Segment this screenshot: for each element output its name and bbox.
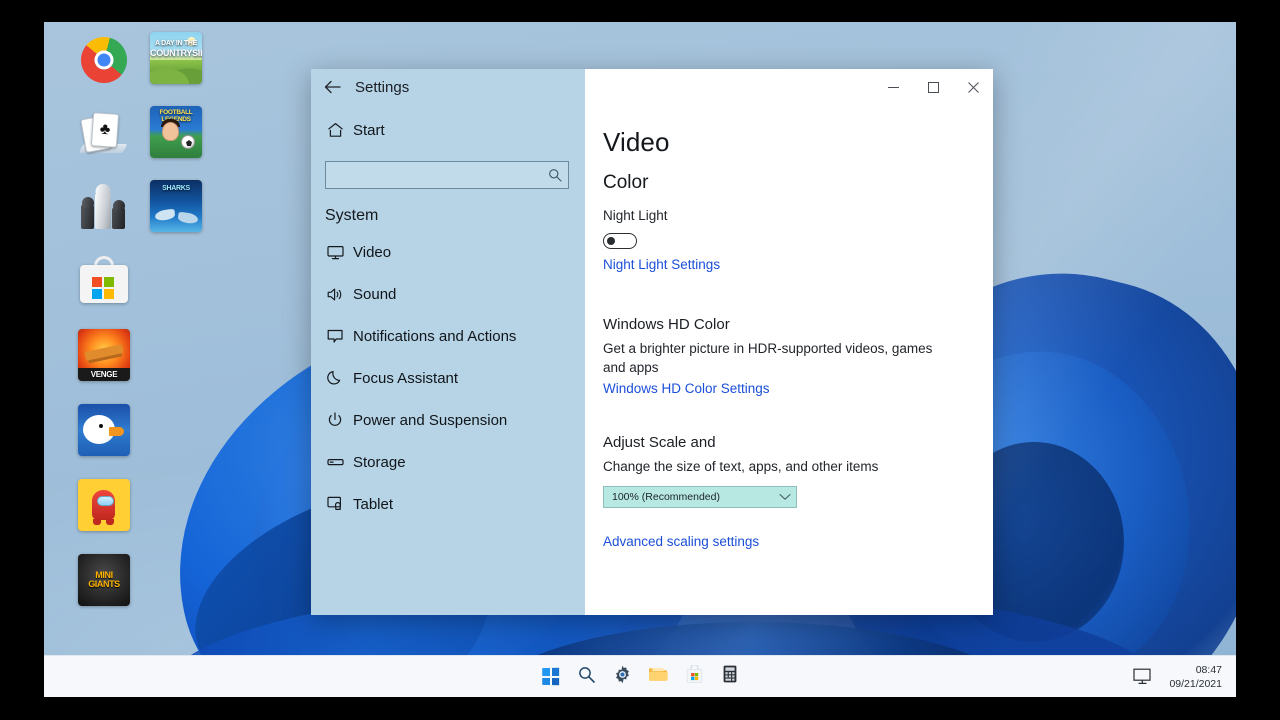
night-light-settings-link[interactable]: Night Light Settings: [603, 257, 720, 272]
maximize-button[interactable]: [913, 69, 953, 105]
shark-game-icon: SHARKS: [150, 180, 202, 232]
countryside-game-icon: A DAY IN THE COUNTRYSIDE: [150, 32, 202, 84]
window-controls: [585, 69, 993, 105]
speaker-icon: [327, 287, 353, 302]
night-light-label: Night Light: [603, 208, 668, 223]
desktop-icon-a-day-in-the-countryside[interactable]: A DAY IN THE COUNTRYSIDE: [148, 30, 204, 86]
desktop-icon-grid: A DAY IN THE COUNTRYSIDE ♠ ♣ FOOTBALL LE…: [60, 22, 220, 642]
desktop-icon-chess[interactable]: [76, 178, 132, 234]
scale-description: Change the size of text, apps, and other…: [603, 459, 879, 474]
taskbar: 08:47 09/21/2021: [44, 655, 1236, 697]
settings-window: Settings Start System Video Sound Notifi…: [311, 69, 993, 615]
window-titlebar: Settings: [311, 69, 993, 105]
taskbar-center-group: [538, 663, 742, 690]
night-light-toggle[interactable]: [603, 233, 637, 249]
sidebar-item-label: Tablet: [353, 495, 394, 513]
desktop-icon-untitled-goose-game[interactable]: [76, 402, 132, 458]
settings-button[interactable]: [610, 664, 634, 690]
minimize-button[interactable]: [873, 69, 913, 105]
calculator-icon: [723, 665, 737, 688]
sidebar-item-notifications-and-actions[interactable]: Notifications and Actions: [321, 315, 575, 357]
chrome-icon: [81, 37, 127, 83]
desktop-icon-among-us[interactable]: [76, 477, 132, 533]
desktop-icon-football-legends[interactable]: FOOTBALL LEGENDS: [148, 104, 204, 160]
hd-color-description: Get a brighter picture in HDR-supported …: [603, 341, 933, 375]
sidebar-item-storage[interactable]: Storage: [321, 441, 575, 483]
sidebar-item-label: Notifications and Actions: [353, 327, 517, 345]
file-explorer-button[interactable]: [646, 664, 670, 690]
sidebar-item-label: Storage: [353, 453, 406, 471]
sidebar-item-sound[interactable]: Sound: [321, 273, 575, 315]
desktop-icon-google-chrome[interactable]: [76, 32, 132, 88]
store-icon: [686, 663, 703, 688]
chat-bubble-icon: [327, 329, 353, 344]
sidebar-group-heading: System: [325, 207, 379, 224]
microsoft-store-button[interactable]: [682, 663, 706, 690]
settings-content: Video Color Night Light Night Light Sett…: [585, 105, 993, 615]
screen: A DAY IN THE COUNTRYSIDE ♠ ♣ FOOTBALL LE…: [44, 22, 1236, 697]
clock-date: 09/21/2021: [1169, 677, 1222, 690]
desktop-icon-solitaire[interactable]: ♠ ♣: [76, 104, 132, 160]
sidebar-item-video[interactable]: Video: [321, 231, 575, 273]
solitaire-icon: ♠ ♣: [78, 107, 129, 157]
mini-giants-icon: MINI GIANTS: [78, 554, 130, 606]
taskbar-clock[interactable]: 08:47 09/21/2021: [1169, 663, 1222, 691]
color-section-heading: Color: [603, 172, 649, 193]
search-box[interactable]: [325, 161, 569, 189]
moon-icon: [327, 370, 353, 386]
chevron-down-icon: [779, 493, 791, 501]
toggle-knob: [607, 237, 615, 245]
venge-icon: VENGE: [78, 329, 130, 381]
close-button[interactable]: [953, 69, 993, 105]
folder-icon: [648, 666, 668, 688]
window-body: Start System Video Sound Notifications a…: [311, 105, 993, 615]
hd-color-settings-link[interactable]: Windows HD Color Settings: [603, 381, 770, 396]
monitor-icon: [327, 245, 353, 260]
windows-logo-icon: [541, 667, 559, 686]
scale-dropdown[interactable]: 100% (Recommended): [603, 486, 797, 508]
sidebar-item-label: Start: [353, 121, 385, 139]
desktop-icon-venge[interactable]: VENGE: [76, 327, 132, 383]
clock-time: 08:47: [1195, 663, 1222, 676]
sidebar-item-tablet[interactable]: Tablet: [321, 483, 575, 525]
chess-icon: [78, 181, 130, 231]
back-arrow-icon[interactable]: [317, 72, 347, 102]
storage-icon: [327, 456, 353, 468]
search-icon: [548, 168, 562, 182]
scale-dropdown-value: 100% (Recommended): [612, 491, 720, 503]
start-button[interactable]: [538, 664, 562, 690]
display-icon[interactable]: [1133, 668, 1153, 685]
among-us-icon: [78, 479, 130, 531]
page-title: Video: [603, 127, 670, 157]
sidebar-item-start[interactable]: Start: [321, 109, 575, 151]
gear-icon: [613, 665, 632, 689]
football-legends-icon: FOOTBALL LEGENDS: [150, 106, 202, 158]
hd-color-heading: Windows HD Color: [603, 316, 730, 333]
sidebar-item-focus-assistant[interactable]: Focus Assistant: [321, 357, 575, 399]
settings-sidebar: Start System Video Sound Notifications a…: [311, 105, 585, 615]
home-icon: [327, 122, 353, 138]
advanced-scaling-link[interactable]: Advanced scaling settings: [603, 534, 759, 549]
sidebar-item-label: Focus Assistant: [353, 369, 459, 387]
taskbar-right-group: 08:47 09/21/2021: [1133, 663, 1222, 691]
desktop-icon-mini-giants[interactable]: MINI GIANTS: [76, 552, 132, 608]
titlebar-left: Settings: [311, 69, 585, 105]
calculator-button[interactable]: [718, 664, 742, 690]
search-button[interactable]: [574, 664, 598, 690]
microsoft-store-icon: [78, 255, 130, 305]
sidebar-item-label: Power and Suspension: [353, 411, 508, 429]
sidebar-item-power-and-suspension[interactable]: Power and Suspension: [321, 399, 575, 441]
power-icon: [327, 412, 353, 428]
desktop-icon-microsoft-store[interactable]: [76, 252, 132, 308]
tablet-icon: [327, 496, 353, 512]
sidebar-item-label: Video: [353, 243, 392, 261]
window-title: Settings: [355, 78, 410, 96]
search-input[interactable]: [334, 167, 548, 183]
search-icon: [578, 666, 595, 688]
goose-icon: [78, 404, 130, 456]
desktop-icon-shark-game[interactable]: SHARKS: [148, 178, 204, 234]
scale-heading: Adjust Scale and: [603, 434, 716, 451]
sidebar-item-label: Sound: [353, 285, 397, 303]
